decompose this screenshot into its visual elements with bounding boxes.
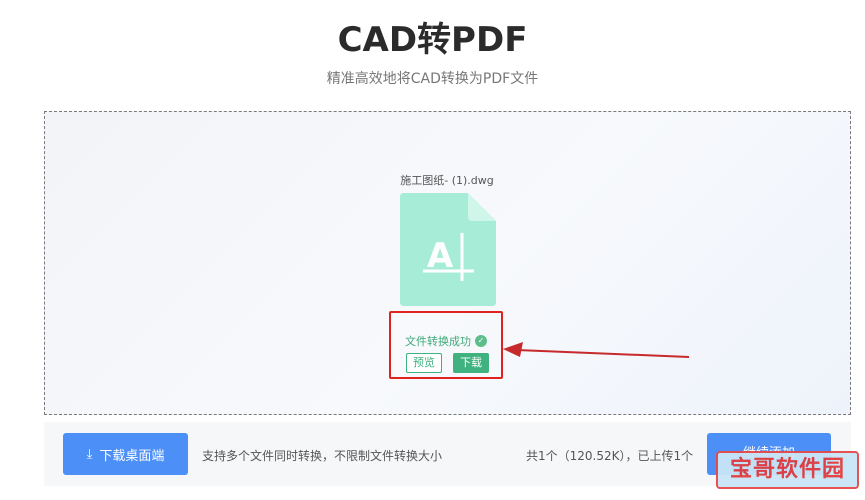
page-title: CAD转PDF [337,20,528,60]
download-desktop-label: 下载桌面端 [99,448,165,464]
file-icon-letter: A [427,236,454,276]
download-button[interactable]: 下载 [453,353,489,373]
status-text: 文件转换成功 [405,335,471,348]
support-info-text: 支持多个文件同时转换，不限制文件转换大小 [202,449,443,463]
conversion-status-highlight: 文件转换成功 ✓ 预览 下载 [389,311,503,379]
file-name: 施工图纸- (1).dwg [400,174,494,187]
conversion-status: 文件转换成功 ✓ [391,333,501,349]
upload-dropzone[interactable]: 施工图纸- (1).dwg A 文件转换成功 ✓ 预览 下载 [44,111,851,415]
page-subtitle: 精准高效地将CAD转换为PDF文件 [326,71,539,87]
check-circle-icon: ✓ [475,335,487,347]
download-desktop-button[interactable]: ⤓ 下载桌面端 [63,433,188,475]
site-watermark: 宝哥软件园 [716,451,859,489]
download-icon: ⤓ [86,446,93,462]
dwg-file-icon: A [400,193,496,306]
preview-button[interactable]: 预览 [406,353,442,373]
annotation-arrow-icon [503,342,690,358]
upload-count-text: 共1个（120.52K），已上传1个 [526,449,694,463]
